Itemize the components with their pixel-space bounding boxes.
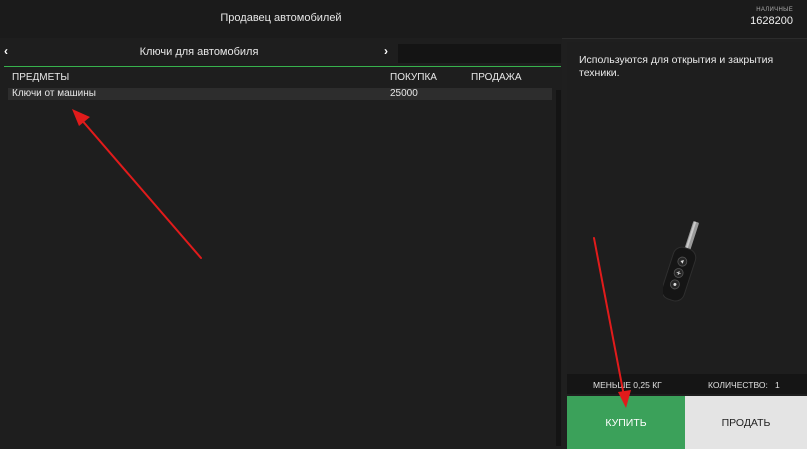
category-tabs: ‹ Ключи для автомобиля › <box>0 42 562 67</box>
cash-value: 1628200 <box>750 15 793 27</box>
sell-button[interactable]: ПРОДАТЬ <box>685 396 807 449</box>
item-description: Используются для открытия и закрытия тех… <box>579 54 774 79</box>
quantity-label: КОЛИЧЕСТВО: <box>708 380 768 390</box>
buy-button[interactable]: КУПИТЬ <box>567 396 685 449</box>
tabs-underline <box>4 66 561 67</box>
table-header: ПРЕДМЕТЫ ПОКУПКА ПРОДАЖА <box>0 72 556 86</box>
item-stats-bar: МЕНЬШЕ 0,25 КГ КОЛИЧЕСТВО: 1 <box>567 374 807 394</box>
category-title: Ключи для автомобиля <box>139 46 259 58</box>
item-name: Ключи от машины <box>12 88 96 99</box>
item-buy-price: 25000 <box>390 88 418 99</box>
vendor-title: Продавец автомобилей <box>220 12 342 24</box>
category-search-field[interactable] <box>398 44 561 63</box>
column-items: ПРЕДМЕТЫ <box>12 72 70 83</box>
next-category-icon[interactable]: › <box>384 44 396 64</box>
top-bar: Продавец автомобилей НАЛИЧНЫЕ 1628200 <box>0 0 807 39</box>
weight-label: МЕНЬШЕ 0,25 КГ <box>593 380 662 390</box>
column-buy: ПОКУПКА <box>390 72 437 83</box>
details-panel: Используются для открытия и закрытия тех… <box>567 42 807 449</box>
column-sell: ПРОДАЖА <box>471 72 522 83</box>
list-scrollbar[interactable] <box>556 90 561 446</box>
previous-category-icon[interactable]: ‹ <box>4 44 16 64</box>
cash-label: НАЛИЧНЫЕ <box>756 7 793 13</box>
car-key-icon <box>663 221 699 302</box>
items-panel: ‹ Ключи для автомобиля › ПРЕДМЕТЫ ПОКУПК… <box>0 38 562 449</box>
quantity-value[interactable]: 1 <box>775 380 780 390</box>
table-row[interactable]: Ключи от машины 25000 <box>8 88 552 100</box>
